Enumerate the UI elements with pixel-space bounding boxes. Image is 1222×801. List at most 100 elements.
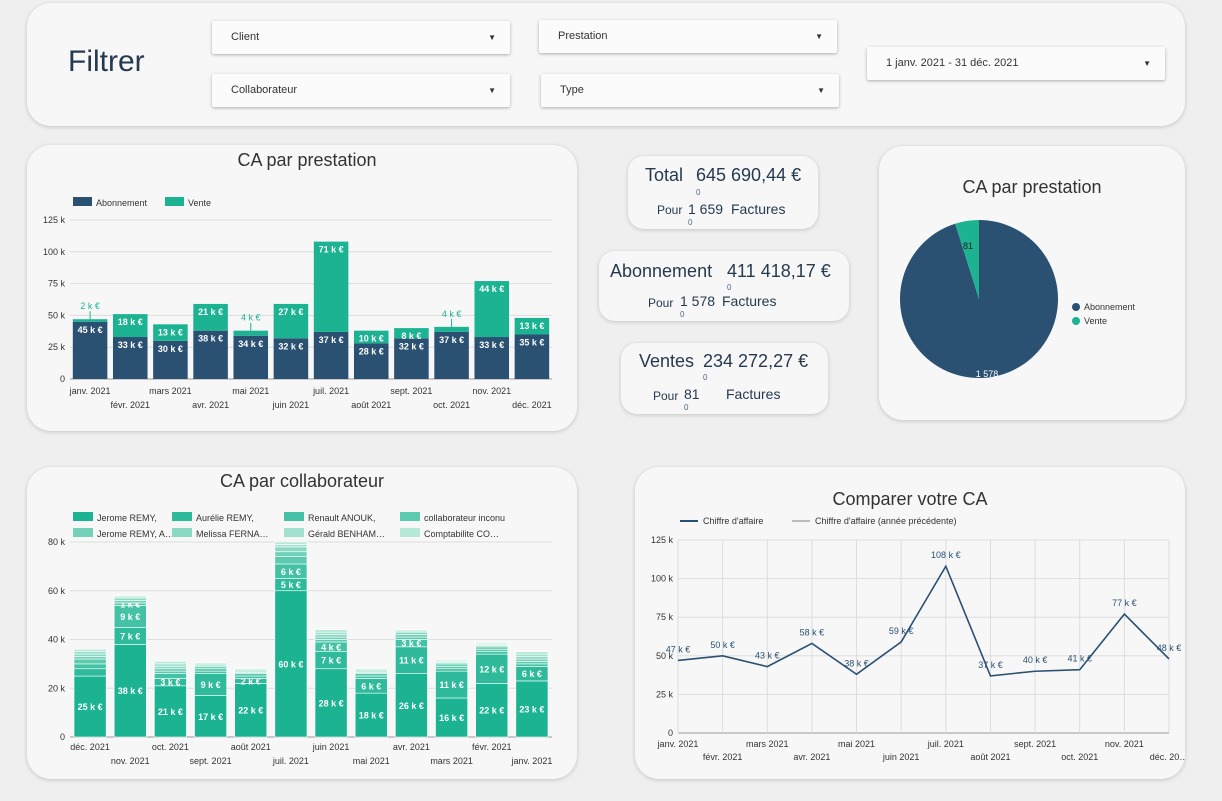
compare-line-card: Comparer votre CA Chiffre d'affaire Chiff… [635,467,1185,779]
bar-segment [154,673,187,679]
data-label: 108 k € [931,550,961,560]
y-tick-label: 40 k [48,635,66,645]
x-tick-label: juin 2021 [882,752,920,762]
x-tick-label: sept. 2021 [1014,739,1056,749]
kpi-total-label: Total [645,165,684,185]
data-label: 37 k € [978,660,1003,670]
data-label: 40 k € [1023,655,1048,665]
data-label: 16 k € [439,713,464,723]
bar-segment [354,675,388,679]
kpi-abonnement-amount: 411 418,17 € [727,261,831,281]
chevron-down-icon: ▼ [817,86,825,95]
legend-label: Melissa FERNA… [196,529,269,539]
x-tick-label: juin 2021 [272,400,310,410]
data-label: 7 k € [120,631,140,641]
x-tick-label: avr. 2021 [192,400,229,410]
x-tick-label: juil. 2021 [272,756,309,766]
data-label: 77 k € [1112,598,1137,608]
kpi-abonnement-label: Abonnement [610,261,713,281]
legend-swatch [284,512,304,521]
bar-segment [73,658,107,665]
data-label: 17 k € [198,712,223,722]
data-label: 44 k € [479,284,504,294]
data-label: 23 k € [519,704,544,714]
y-tick-label: 75 k [48,279,66,289]
client-dropdown-label: Client [231,31,260,43]
data-label: 7 k € [321,656,341,666]
data-label: 32 k € [399,341,424,351]
bar-segment [113,595,147,598]
bar-segment [395,634,428,638]
data-label: 8 k € [401,331,421,341]
bar-segment [274,546,308,553]
kpi-total-card: Total 645 690,44 € 0 Pour 1 659 0 Factur… [628,156,818,229]
data-label: 50 k € [710,640,735,650]
data-label: 22 k € [479,706,504,716]
bar-segment [395,629,428,632]
kpi-abonnement-count: 1 578 [680,293,716,309]
kpi-ventes-amount: 234 272,27 € [703,351,809,371]
legend-label: Aurélie REMY, [196,513,254,523]
data-label: 12 k € [479,664,504,674]
bar-segment [314,634,348,638]
y-tick-label: 0 [60,732,65,742]
data-label: 60 k € [278,659,303,669]
data-label: 27 k € [278,307,303,317]
date-range-picker[interactable]: 1 janv. 2021 - 31 déc. 2021 ▼ [867,47,1165,80]
collaborateur-bar-chart: Jerome REMY, Aurélie REMY, Renault ANOUK, c… [48,512,552,766]
kpi-ventes-count: 81 [684,386,700,402]
type-dropdown[interactable]: Type ▼ [541,74,839,107]
bar-vente [72,319,108,322]
y-tick-label: 0 [668,728,673,738]
data-label: 34 k € [238,339,263,349]
bar-segment [314,636,348,640]
x-tick-label: avr. 2021 [793,752,830,762]
bar-segment [194,662,227,665]
x-tick-label: oct. 2021 [1061,752,1098,762]
x-tick-label: oct. 2021 [433,400,470,410]
x-tick-label: janv. 2021 [510,756,552,766]
x-tick-label: nov. 2021 [472,386,511,396]
bar-segment [274,556,308,565]
bar-segment [314,639,348,643]
legend-label: Abonnement [1084,302,1136,312]
data-label: 9 k € [120,612,140,622]
y-tick-label: 25 k [48,342,66,352]
x-tick-label: nov. 2021 [1105,739,1144,749]
data-label: 10 k € [359,334,384,344]
data-label: 11 k € [399,656,424,666]
data-label: 32 k € [278,341,303,351]
bar-segment [435,659,468,662]
collaborateur-dropdown[interactable]: Collaborateur ▼ [212,74,510,107]
data-label: 48 k € [1157,643,1182,653]
data-label: 45 k € [78,325,103,335]
x-tick-label: déc. 20… [1150,752,1185,762]
data-label: 4 k € [321,642,341,652]
kpi-total-pour: Pour [657,203,683,217]
prestation-pie-card: CA par prestation 1 578 81 Abonnement Vente [879,146,1185,420]
bar-segment [475,646,509,650]
x-tick-label: juin 2021 [312,742,350,752]
legend-swatch [400,512,420,521]
prestation-dropdown[interactable]: Prestation ▼ [539,20,837,53]
legend-swatch [73,512,93,521]
bar-segment [234,675,268,679]
data-label: 38 k € [118,686,143,696]
data-label: 4 k € [241,313,261,323]
bar-segment [475,642,509,645]
legend-label: Vente [1084,316,1107,326]
x-tick-label: févr. 2021 [472,742,512,752]
collaborateur-bar-card: CA par collaborateur Jerome REMY, Aurélie… [27,467,577,779]
legend-label: Jerome REMY, A… [97,529,174,539]
kpi-total-count: 1 659 [688,201,724,217]
data-label: 37 k € [439,335,464,345]
bar-segment [354,673,388,677]
bar-segment [73,653,107,657]
data-label: 38 k € [198,334,223,344]
legend-swatch [284,528,304,537]
client-dropdown[interactable]: Client ▼ [212,21,510,54]
kpi-abonnement-card: Abonnement 411 418,17 € 0 Pour 1 578 0 F… [599,251,849,321]
data-label: 26 k € [399,701,424,711]
x-tick-label: mai 2021 [353,756,390,766]
data-label: 58 k € [800,627,825,637]
